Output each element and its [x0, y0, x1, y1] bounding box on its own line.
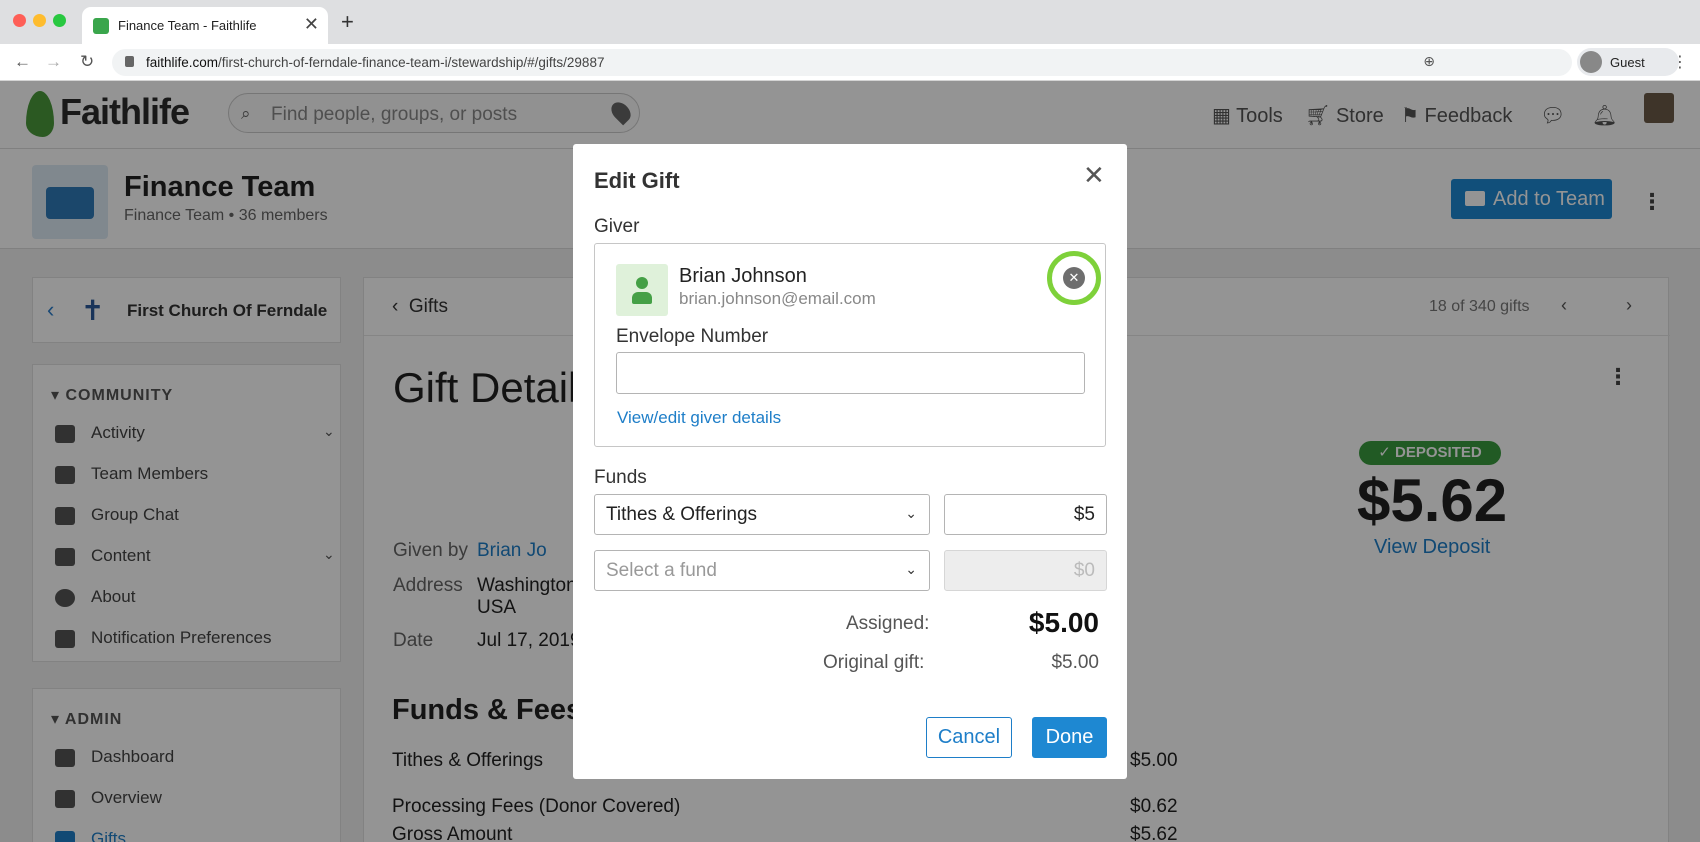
tab-title: Finance Team - Faithlife	[118, 18, 257, 33]
reload-icon[interactable]: ↻	[80, 52, 94, 72]
view-edit-giver-link[interactable]: View/edit giver details	[617, 408, 781, 428]
assigned-label: Assigned:	[846, 613, 930, 634]
address-bar[interactable]: faithlife.com/first-church-of-ferndale-f…	[112, 49, 1572, 76]
remove-giver-icon[interactable]: ✕	[1063, 267, 1085, 289]
original-gift-label: Original gift:	[823, 652, 925, 673]
profile-avatar-icon	[1580, 51, 1602, 73]
favicon-icon	[93, 18, 109, 34]
fund-amount-input-disabled: $0	[944, 550, 1107, 591]
envelope-number-input[interactable]	[616, 352, 1085, 394]
profile-label: Guest	[1610, 55, 1645, 70]
giver-name: Brian Johnson	[679, 265, 807, 287]
fund-select-placeholder: Select a fund	[606, 560, 717, 581]
chevron-down-icon: ⌄	[905, 505, 917, 521]
giver-card: Brian Johnson brian.johnson@email.com ✕ …	[594, 243, 1106, 447]
cancel-button[interactable]: Cancel	[926, 717, 1012, 758]
original-gift-value: $5.00	[1051, 652, 1099, 673]
browser-menu-icon[interactable]: ⋮	[1672, 52, 1688, 72]
browser-toolbar: ← → ↻ faithlife.com/first-church-of-fern…	[0, 44, 1700, 81]
fund-select-value: Tithes & Offerings	[606, 504, 758, 525]
edit-gift-dialog: Edit Gift ✕ Giver Brian Johnson brian.jo…	[573, 144, 1127, 779]
zoom-icon[interactable]: ⊕	[1423, 53, 1435, 70]
new-tab-icon[interactable]: +	[341, 9, 354, 35]
giver-label: Giver	[594, 216, 640, 237]
assigned-value: $5.00	[1028, 607, 1099, 638]
remove-giver-highlight: ✕	[1047, 251, 1101, 305]
person-icon	[616, 264, 668, 316]
close-icon[interactable]: ✕	[1083, 160, 1105, 191]
browser-tab-bar: Finance Team - Faithlife ✕ +	[0, 0, 1700, 44]
url-text: faithlife.com/first-church-of-ferndale-f…	[146, 55, 605, 70]
lock-icon	[125, 56, 134, 67]
forward-arrow-icon[interactable]: →	[45, 52, 62, 72]
fund-amount-input[interactable]: $5	[944, 494, 1107, 535]
window-zoom-dot[interactable]	[53, 14, 66, 27]
envelope-number-label: Envelope Number	[616, 326, 769, 347]
giver-email: brian.johnson@email.com	[679, 289, 876, 308]
done-button[interactable]: Done	[1032, 717, 1107, 758]
dialog-title: Edit Gift	[594, 168, 680, 193]
fund-select[interactable]: Select a fund ⌄	[594, 550, 930, 591]
fund-select[interactable]: Tithes & Offerings ⌄	[594, 494, 930, 535]
chevron-down-icon: ⌄	[905, 561, 917, 577]
back-arrow-icon[interactable]: ←	[14, 52, 31, 72]
browser-tab[interactable]: Finance Team - Faithlife ✕	[82, 7, 328, 44]
tab-close-icon[interactable]: ✕	[304, 14, 319, 35]
funds-label: Funds	[594, 467, 647, 488]
window-minimize-dot[interactable]	[33, 14, 46, 27]
profile-button[interactable]: Guest	[1577, 48, 1679, 76]
window-close-dot[interactable]	[13, 14, 26, 27]
